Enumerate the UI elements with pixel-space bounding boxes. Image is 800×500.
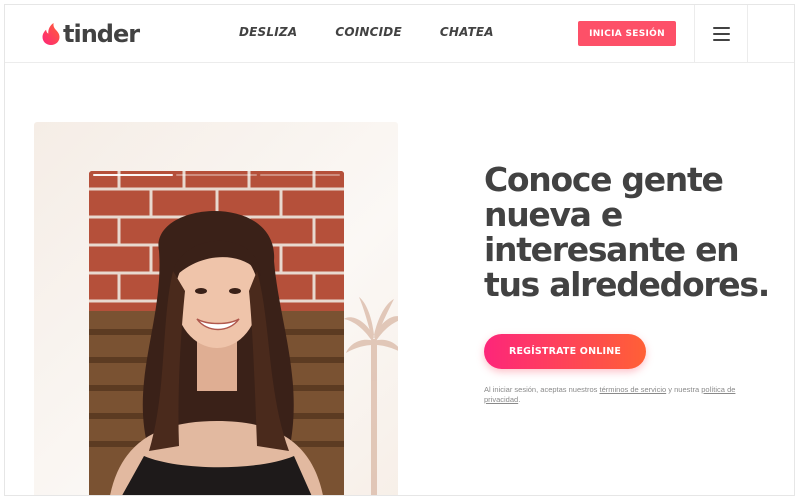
page-frame: tinder DESLIZA COINCIDE CHATEA INICIA SE…	[4, 4, 795, 496]
legal-middle: y nuestra	[666, 385, 702, 394]
photo-progress-bar	[89, 174, 344, 177]
progress-segment	[176, 174, 257, 176]
menu-line	[712, 26, 730, 29]
profile-photo	[89, 171, 344, 495]
brand-name: tinder	[63, 20, 140, 48]
progress-segment	[259, 174, 340, 176]
main-nav: DESLIZA COINCIDE CHATEA	[239, 25, 532, 39]
palm-tree-illustration	[344, 297, 398, 495]
progress-segment-active	[93, 174, 174, 176]
hero-headline: Conoce gente nueva e interesante en tus …	[484, 160, 770, 304]
flame-icon	[42, 23, 60, 45]
legal-notice: Al iniciar sesión, aceptas nuestros térm…	[484, 385, 744, 405]
profile-photo-illustration	[89, 171, 344, 495]
menu-line	[712, 32, 730, 35]
legal-suffix: .	[518, 395, 521, 404]
tinder-logo[interactable]: tinder	[41, 19, 140, 49]
hamburger-menu-icon[interactable]	[694, 5, 748, 62]
top-header: tinder DESLIZA COINCIDE CHATEA INICIA SE…	[5, 5, 794, 63]
login-button[interactable]: INICIA SESIÓN	[578, 21, 676, 46]
legal-prefix: Al iniciar sesión, aceptas nuestros	[484, 385, 600, 394]
terms-of-service-link[interactable]: términos de servicio	[599, 385, 666, 394]
menu-line	[712, 38, 730, 41]
nav-item-coincide[interactable]: COINCIDE	[335, 25, 402, 39]
signup-button[interactable]: REGÍSTRATE ONLINE	[484, 334, 646, 369]
nav-item-chatea[interactable]: CHATEA	[440, 25, 494, 39]
nav-item-desliza[interactable]: DESLIZA	[239, 25, 297, 39]
